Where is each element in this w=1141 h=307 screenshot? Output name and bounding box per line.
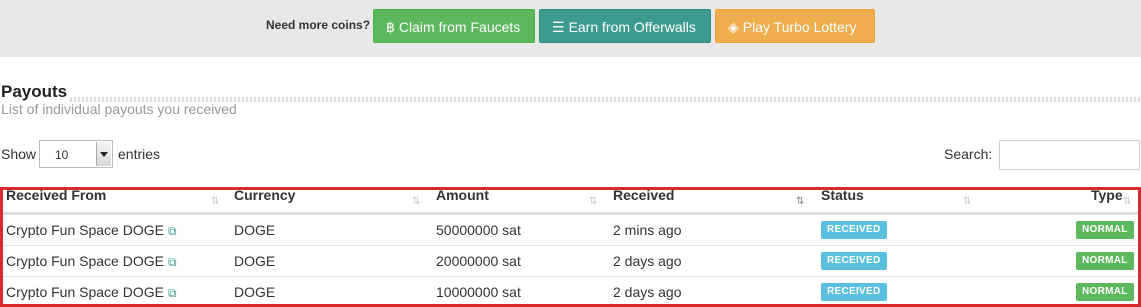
- currency-cell: DOGE: [234, 222, 276, 238]
- play-lottery-label: Play Turbo Lottery: [742, 19, 857, 35]
- source-name[interactable]: Crypto Fun Space DOGE: [6, 222, 164, 238]
- earn-offerwalls-label: Earn from Offerwalls: [568, 19, 696, 35]
- amount-cell: 10000000 sat: [436, 284, 521, 300]
- claim-faucets-button[interactable]: ฿ Claim from Faucets: [373, 9, 535, 43]
- show-label: Show: [1, 146, 37, 162]
- status-badge: RECEIVED: [821, 283, 887, 301]
- source-name[interactable]: Crypto Fun Space DOGE: [6, 253, 164, 269]
- received-from-cell[interactable]: Crypto Fun Space DOGE ⧉: [6, 222, 177, 239]
- table-row: Crypto Fun Space DOGE ⧉ DOGE 10000000 sat…: [3, 276, 1138, 304]
- currency-cell: DOGE: [234, 284, 276, 300]
- earn-offerwalls-button[interactable]: ☰ Earn from Offerwalls: [539, 9, 711, 43]
- header-amount[interactable]: Amount: [436, 190, 489, 203]
- entries-label: entries: [118, 146, 161, 162]
- type-badge: NORMAL: [1076, 252, 1134, 270]
- external-link-icon[interactable]: ⧉: [168, 255, 177, 269]
- sort-icon[interactable]: ⇅: [963, 196, 972, 207]
- header-received[interactable]: Received: [613, 190, 674, 203]
- type-badge: NORMAL: [1076, 283, 1134, 301]
- payouts-table: Received From ⇅ Currency ⇅ Amount ⇅ Rece…: [0, 187, 1141, 307]
- search-input[interactable]: [999, 140, 1140, 170]
- header-status[interactable]: Status: [821, 190, 864, 203]
- sort-icon[interactable]: ⇅: [1123, 196, 1132, 207]
- currency-cell: DOGE: [234, 253, 276, 269]
- received-from-cell[interactable]: Crypto Fun Space DOGE ⧉: [6, 253, 177, 270]
- search-label: Search:: [944, 146, 993, 162]
- status-badge: RECEIVED: [821, 252, 887, 270]
- received-from-cell[interactable]: Crypto Fun Space DOGE ⧉: [6, 284, 177, 301]
- header-received-from[interactable]: Received From: [6, 190, 106, 203]
- sort-desc-icon[interactable]: ⇅: [796, 196, 805, 207]
- received-cell: 2 days ago: [613, 253, 682, 269]
- header-type[interactable]: Type: [1091, 190, 1123, 203]
- amount-cell: 50000000 sat: [436, 222, 521, 238]
- type-badge: NORMAL: [1076, 221, 1134, 239]
- entries-select[interactable]: 10: [39, 140, 113, 168]
- external-link-icon[interactable]: ⧉: [168, 224, 177, 238]
- status-badge: RECEIVED: [821, 221, 887, 239]
- chevron-down-icon[interactable]: [96, 142, 111, 166]
- received-cell: 2 mins ago: [613, 222, 682, 238]
- list-icon: ☰: [552, 19, 565, 35]
- sort-icon[interactable]: ⇅: [412, 196, 421, 207]
- play-lottery-button[interactable]: ◈ Play Turbo Lottery: [715, 9, 875, 43]
- page-subtitle: List of individual payouts you received: [1, 101, 237, 117]
- table-row: Crypto Fun Space DOGE ⧉ DOGE 20000000 sat…: [3, 245, 1138, 277]
- amount-cell: 20000000 sat: [436, 253, 521, 269]
- page-title: Payouts: [1, 82, 68, 101]
- entries-select-value: 10: [55, 148, 69, 162]
- header-currency[interactable]: Currency: [234, 190, 295, 203]
- top-bar: Need more coins? ฿ Claim from Faucets ☰ Ea…: [0, 0, 1141, 57]
- need-coins-label: Need more coins?: [266, 18, 371, 32]
- source-name[interactable]: Crypto Fun Space DOGE: [6, 284, 164, 300]
- ticket-icon: ◈: [728, 19, 739, 35]
- sort-icon[interactable]: ⇅: [211, 196, 220, 207]
- received-cell: 2 days ago: [613, 284, 682, 300]
- claim-faucets-label: Claim from Faucets: [398, 19, 521, 35]
- sort-icon[interactable]: ⇅: [589, 196, 598, 207]
- table-row: Crypto Fun Space DOGE ⧉ DOGE 50000000 sat…: [3, 214, 1138, 246]
- bitcoin-icon: ฿: [386, 19, 395, 35]
- external-link-icon[interactable]: ⧉: [168, 286, 177, 300]
